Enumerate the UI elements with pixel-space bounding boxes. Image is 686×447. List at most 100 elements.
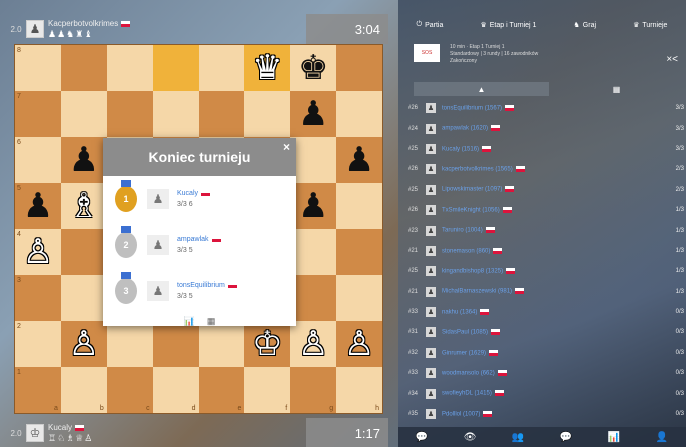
square-b6[interactable]: ♟ [60,137,107,183]
standing-name-text[interactable]: SidasPaul [442,330,469,336]
square-g1[interactable]: g [290,367,337,413]
square-g4[interactable] [290,229,337,275]
standing-name-text[interactable]: Ginrumer [442,350,467,356]
list-item[interactable]: #33 ♟ nakhu (1364) 0/3 [408,302,684,322]
standing-name[interactable]: SidasPaul (1085) [442,329,654,336]
chat-icon[interactable]: 💬 [416,432,428,443]
square-h7[interactable] [336,91,382,137]
square-h5[interactable] [336,183,382,229]
square-e8[interactable] [198,45,245,91]
square-a3[interactable]: 3 [15,275,61,321]
stats-icon[interactable]: 📊 [608,432,620,443]
piece-g5[interactable]: ♟ [298,189,328,223]
spectate-icon[interactable]: 👁 [464,432,477,443]
standing-name[interactable]: nakhu (1364) [442,308,654,315]
standing-name[interactable]: Ginrumer (1629) [442,349,654,356]
square-g5[interactable]: ♟ [290,183,337,229]
square-g7[interactable]: ♟ [290,91,337,137]
podium-player-name[interactable]: ampawlak [177,234,221,245]
square-a7[interactable]: 7 [15,91,61,137]
square-b5[interactable]: ♗ [60,183,107,229]
standing-name[interactable]: Lipowskimaster (1097) [442,186,654,193]
square-b3[interactable] [60,275,107,321]
podium-player-name-text[interactable]: tonsEquilibrium [177,282,225,289]
top-player-name-text[interactable]: Kacperbotvolkrimes [48,19,118,28]
bottom-player-name-text[interactable]: Kucaly [48,423,72,432]
square-g8[interactable]: ♚ [290,45,337,91]
chart-icon[interactable]: 📊 [184,316,195,327]
piece-a4[interactable]: ♙ [23,235,53,269]
piece-g7[interactable]: ♟ [298,97,328,131]
share-icon[interactable]: ×< [666,54,678,65]
piece-a5[interactable]: ♟ [23,189,53,223]
standing-name-text[interactable]: Pdolllol [442,411,461,417]
square-b1[interactable]: b [60,367,107,413]
standing-name[interactable]: stonemason (860) [442,247,654,254]
podium-player-name[interactable]: tonsEquilibrium [177,280,237,291]
standing-name-text[interactable]: kacperbotvolkrimes [442,167,494,173]
list-item[interactable]: #33 ♟ woodmansolo (662) 0/3 [408,363,684,383]
standing-name-text[interactable]: kingandbishop8 [442,269,484,275]
square-h3[interactable] [336,275,382,321]
square-c7[interactable] [106,91,153,137]
square-c8[interactable] [106,45,153,91]
square-d7[interactable] [152,91,199,137]
tab-1[interactable]: ♛ Etap i Turniej 1 [480,21,536,30]
close-icon[interactable]: × [283,140,290,154]
list-item[interactable]: #32 ♟ Ginrumer (1629) 0/3 [408,343,684,363]
square-a5[interactable]: 5 ♟ [15,183,61,229]
podium-player-name-text[interactable]: ampawlak [177,236,209,243]
standing-name[interactable]: kacperbotvolkrimes (1565) [442,166,654,173]
square-f8[interactable]: ♛ [244,45,291,91]
square-g2[interactable]: ♙ [290,321,337,367]
square-h4[interactable] [336,229,382,275]
tab-standings[interactable]: ▲ [414,82,549,96]
standing-name-text[interactable]: Lipowskimaster [442,187,483,193]
tab-grid[interactable]: ▦ [549,82,684,96]
square-c2[interactable] [106,321,153,367]
square-a2[interactable]: 2 [15,321,61,367]
tab-0[interactable]: ⏻ Partia [417,21,444,29]
standing-name-text[interactable]: swofieyhDL [442,391,473,397]
tab-3[interactable]: ♛ Turnieje [633,21,667,30]
piece-b6[interactable]: ♟ [69,143,99,177]
list-item[interactable]: #21 ♟ stonemason (860) 1/3 [408,241,684,261]
standing-name-text[interactable]: stonemason [442,248,475,254]
square-b2[interactable]: ♙ [60,321,107,367]
square-a1[interactable]: 1a [15,367,61,413]
square-c1[interactable]: c [106,367,153,413]
square-h1[interactable]: h [336,367,382,413]
square-b8[interactable] [60,45,107,91]
players-icon[interactable]: 👥 [512,432,524,443]
square-a4[interactable]: 4 ♙ [15,229,61,275]
square-d1[interactable]: d [152,367,199,413]
square-d2[interactable] [152,321,199,367]
piece-b5[interactable]: ♗ [69,189,99,223]
standing-name[interactable]: tonsEquilibrium (1567) [442,104,654,111]
list-item[interactable]: #25 ♟ kingandbishop8 (1325) 1/3 [408,261,684,281]
square-a6[interactable]: 6 [15,137,61,183]
square-e2[interactable] [198,321,245,367]
list-item[interactable]: #24 ♟ ampawlak (1620) 3/3 [408,118,684,138]
square-e1[interactable]: e [198,367,245,413]
standing-name-text[interactable]: ampawlak [442,126,469,132]
standing-name[interactable]: swofieyhDL (1415) [442,390,654,397]
square-d8[interactable] [152,45,199,91]
profile-icon[interactable]: 👤 [656,432,668,443]
standing-name-text[interactable]: Kucaly [442,146,460,152]
standing-name-text[interactable]: nakhu [442,309,458,315]
list-item[interactable]: #26 ♟ tonsEquilibrium (1567) 3/3 [408,98,684,118]
square-b4[interactable] [60,229,107,275]
list-item[interactable]: #21 ♟ MichalBarnaszewski (981) 1/3 [408,282,684,302]
square-f2[interactable]: ♔ [244,321,291,367]
square-b7[interactable] [60,91,107,137]
standing-name-text[interactable]: TxSmileKnight [442,207,481,213]
square-h2[interactable]: ♙ [336,321,382,367]
square-f1[interactable]: f [244,367,291,413]
grid-icon[interactable]: ▦ [207,316,216,327]
piece-h6[interactable]: ♟ [344,143,374,177]
piece-g8[interactable]: ♚ [298,51,328,85]
square-h8[interactable] [336,45,382,91]
piece-h2[interactable]: ♙ [344,327,374,361]
bottom-player-name[interactable]: Kucaly [48,423,93,433]
